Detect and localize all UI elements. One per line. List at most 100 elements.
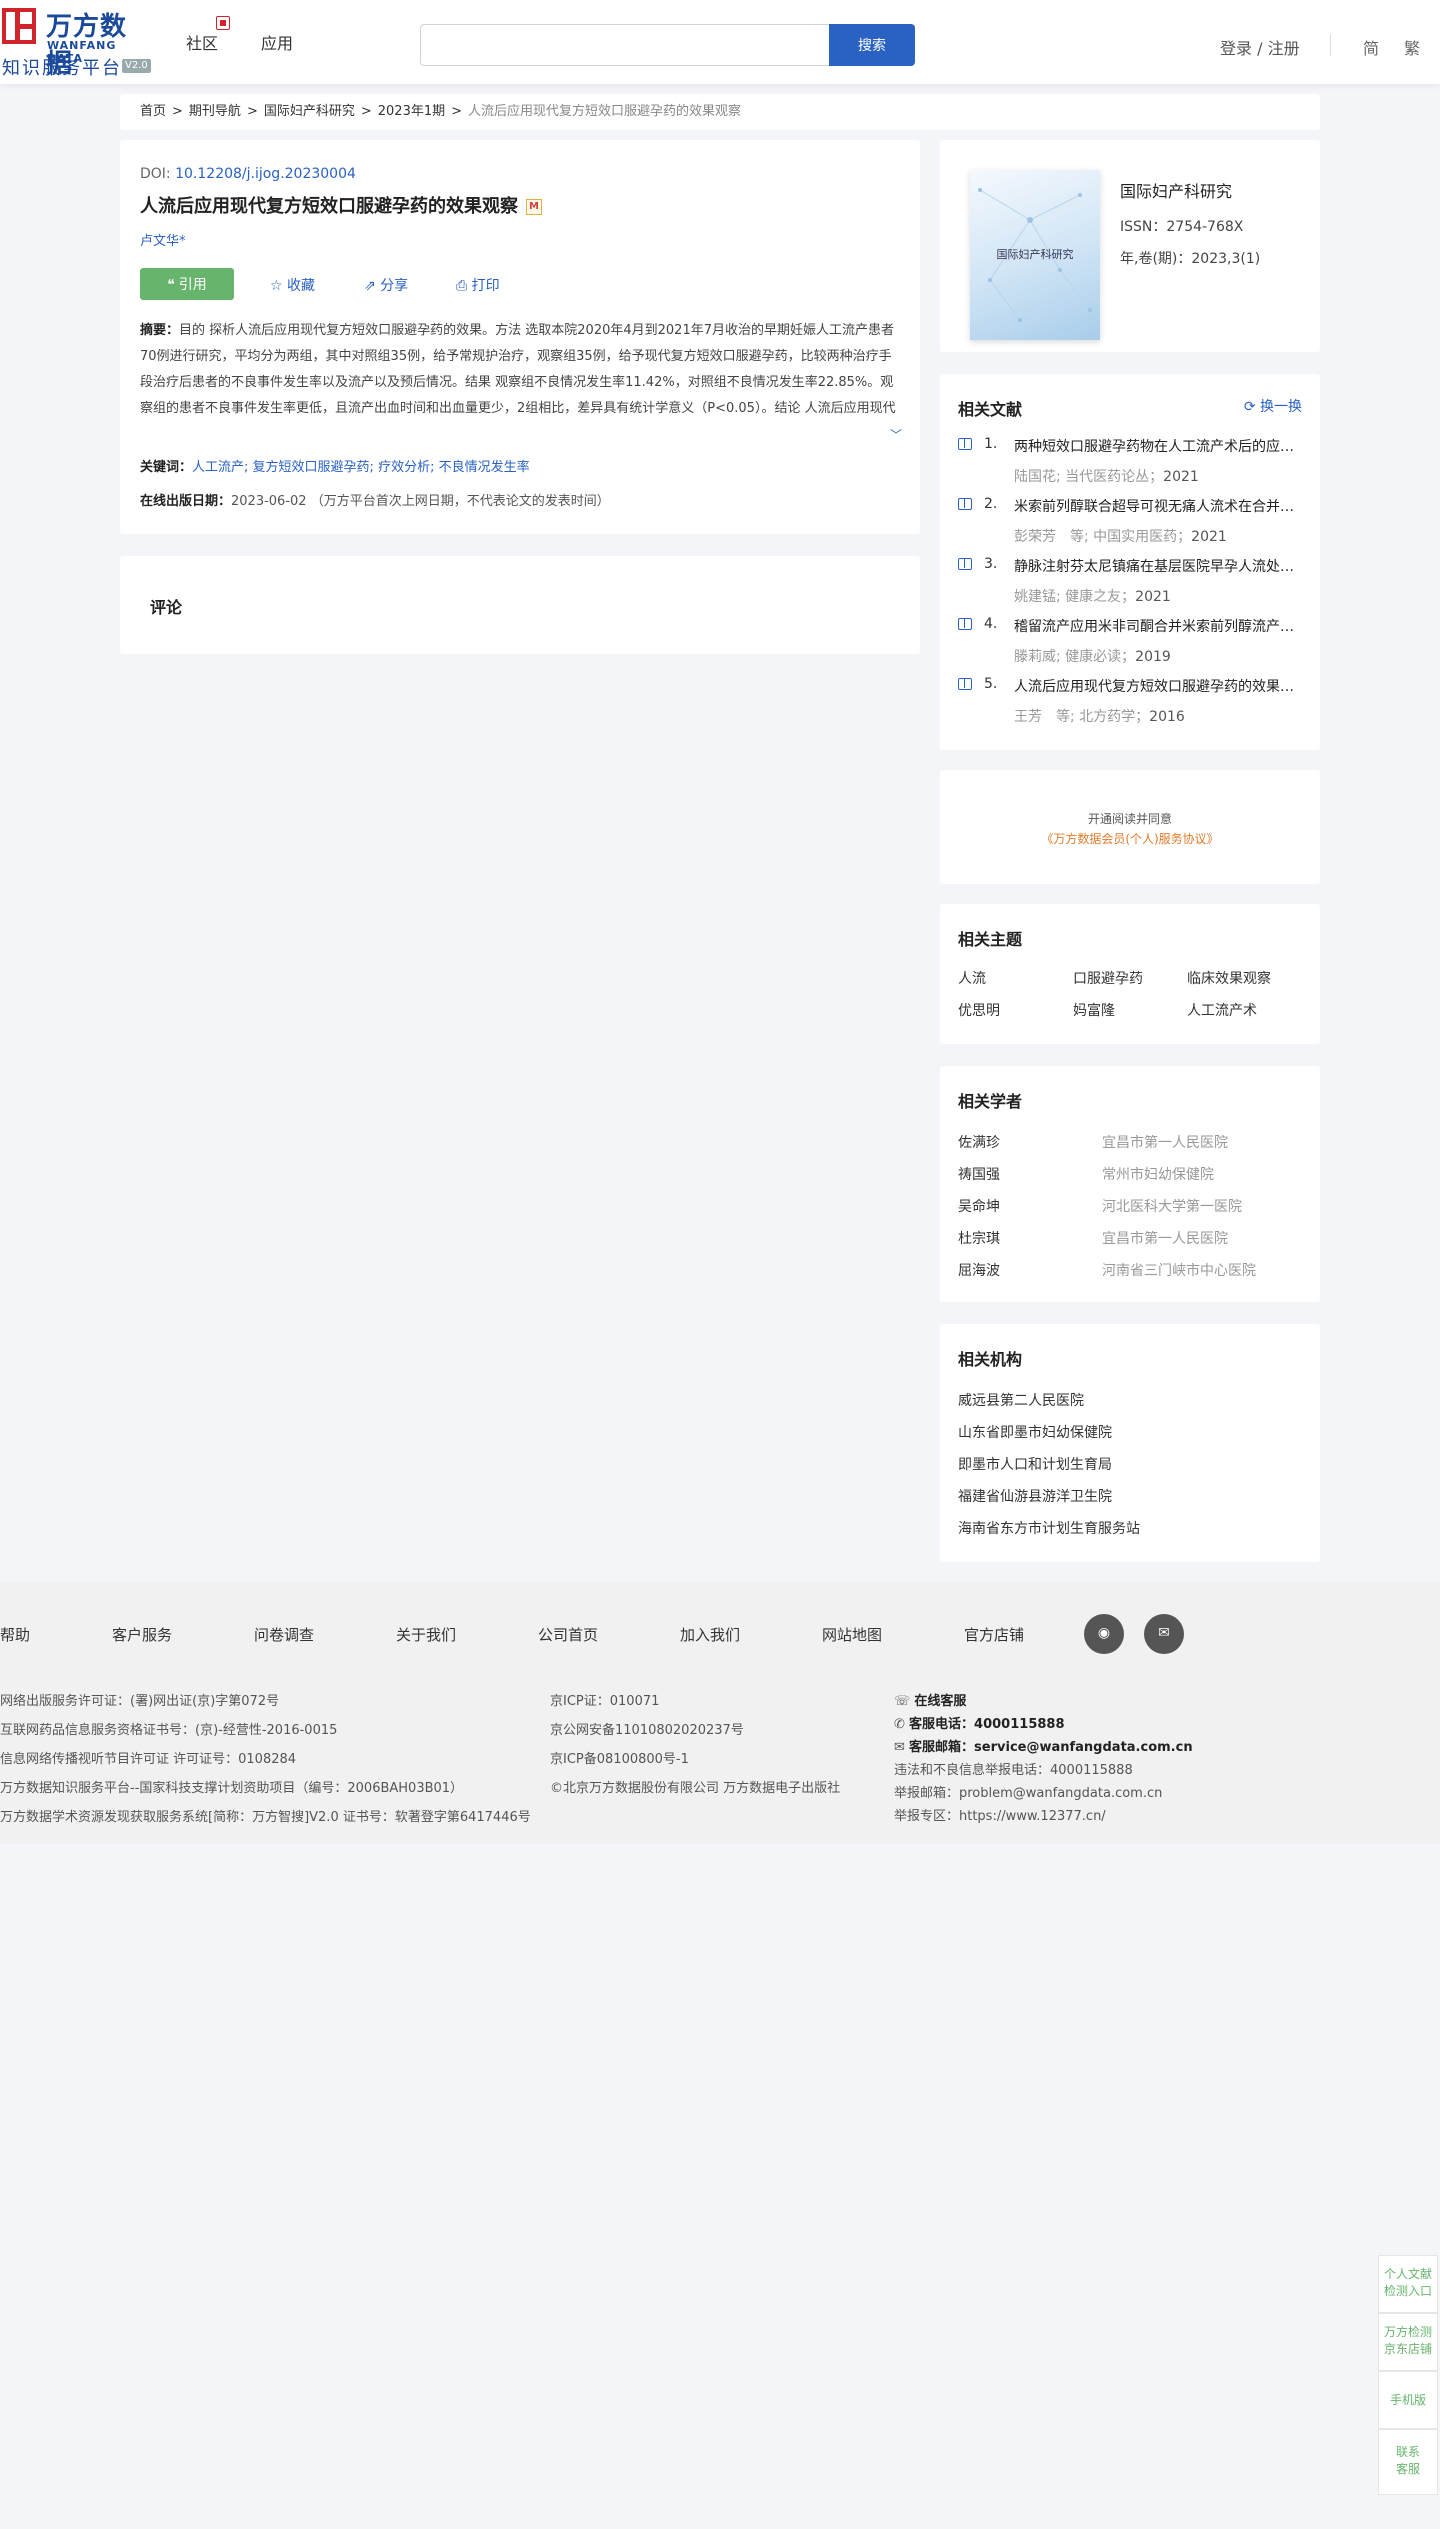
online-service[interactable]: ☏ 在线客服: [894, 1690, 966, 1709]
agreement-card: 开通阅读并同意 《万方数据会员(个人)服务协议》: [940, 770, 1320, 884]
scholar-name[interactable]: 杜宗琪: [958, 1228, 1000, 1248]
scholar-name[interactable]: 吴命坤: [958, 1196, 1000, 1216]
institution-link[interactable]: 即墨市人口和计划生育局: [958, 1454, 1112, 1474]
book-icon: [958, 438, 972, 450]
footer: 帮助 客户服务 问卷调查 关于我们 公司首页 加入我们 网站地图 官方店铺 ◉ …: [0, 1582, 1440, 1844]
topic-link[interactable]: 口服避孕药: [1073, 968, 1143, 988]
doc-num: 1.: [984, 436, 998, 452]
journal-cover[interactable]: 国际妇产科研究: [970, 170, 1100, 340]
favorite-label: 收藏: [287, 278, 316, 294]
footer-link-about[interactable]: 关于我们: [396, 1624, 456, 1645]
topic-link[interactable]: 人流: [958, 968, 986, 988]
keyword-link[interactable]: 复方短效口服避孕药;: [253, 460, 374, 475]
doc-title[interactable]: 两种短效口服避孕药物在人工流产术后的应用效果观察: [1014, 436, 1304, 456]
scholar-name[interactable]: 屈海波: [958, 1260, 1000, 1280]
share-button[interactable]: ⇗ 分享: [364, 275, 408, 295]
doc-year: 2019: [1135, 649, 1171, 665]
topic-link[interactable]: 优思明: [958, 1000, 1000, 1020]
quote-icon: ❝: [167, 276, 179, 292]
site-header: 万方数据 WANFANG DATA 知识服务平台 V2.0 社区 应用 搜索 登…: [0, 0, 1440, 84]
pubdate-label: 在线出版日期：: [140, 494, 232, 509]
institution-link[interactable]: 威远县第二人民医院: [958, 1390, 1084, 1410]
breadcrumb-issue[interactable]: 2023年1期: [378, 104, 445, 119]
wechat-icon[interactable]: ✉: [1144, 1614, 1184, 1654]
breadcrumb-home[interactable]: 首页: [140, 104, 166, 119]
doc-title[interactable]: 稽留流产应用米非司酮合并米索前列醇流产的临床效果: [1014, 616, 1304, 636]
login-register-link[interactable]: 登录 / 注册: [1220, 35, 1300, 59]
headset-icon: ☏: [894, 1694, 915, 1709]
agreement-link[interactable]: 《万方数据会员(个人)服务协议》: [940, 830, 1320, 847]
footer-link-survey[interactable]: 问卷调查: [254, 1624, 314, 1645]
lang-simplified[interactable]: 简: [1363, 35, 1379, 59]
phone-label: 客服电话：: [909, 1717, 975, 1732]
footer-link-company[interactable]: 公司首页: [538, 1624, 598, 1645]
breadcrumb-sep: >: [451, 104, 463, 119]
pubdate-note: （万方平台首次上网日期，不代表论文的发表时间）: [310, 494, 610, 509]
article-card: DOI: 10.12208/j.ijog.20230004 人流后应用现代复方短…: [120, 140, 920, 534]
wanfang-logo[interactable]: 万方数据 WANFANG DATA 知识服务平台 V2.0: [2, 6, 152, 79]
favorite-button[interactable]: ☆ 收藏: [270, 275, 315, 295]
footer-link-join[interactable]: 加入我们: [680, 1624, 740, 1645]
side-doc-check[interactable]: 个人文献检测入口: [1378, 2255, 1438, 2313]
doc-title[interactable]: 米索前列醇联合超导可视无痛人流术在合并瘢痕子宫早孕中的应用: [1014, 496, 1304, 516]
author-link[interactable]: 卢文华*: [140, 230, 186, 249]
report-zone[interactable]: 举报专区：https://www.12377.cn/: [894, 1805, 1106, 1824]
breadcrumb: 首页 > 期刊导航 > 国际妇产科研究 >2023年1期 > 人流后应用现代复方短效口服避孕药…: [120, 94, 1320, 130]
expand-chevron-icon[interactable]: ﹀: [890, 426, 902, 443]
footer-link-store[interactable]: 官方店铺: [964, 1624, 1024, 1645]
publish-date: 在线出版日期：2023-06-02 （万方平台首次上网日期，不代表论文的发表时间…: [140, 490, 610, 509]
institution-link[interactable]: 福建省仙游县游洋卫生院: [958, 1486, 1112, 1506]
abstract: 摘要：目的 探析人流后应用现代复方短效口服避孕药的效果。方法 选取本院2020年…: [140, 318, 900, 422]
doc-source: 彭荣芳 等; 中国实用医药；: [1014, 529, 1192, 545]
nav-community[interactable]: 社区: [186, 30, 218, 54]
scholar-name[interactable]: 佐满珍: [958, 1132, 1000, 1152]
search-button[interactable]: 搜索: [829, 24, 915, 66]
keyword-link[interactable]: 疗效分析;: [378, 460, 434, 475]
phone-icon: ✆: [894, 1717, 910, 1732]
doc-meta: 王芳 等; 北方药学；2016: [1014, 706, 1185, 726]
keyword-link[interactable]: 人工流产;: [192, 460, 248, 475]
cite-button[interactable]: ❝ 引用: [140, 268, 234, 300]
footer-link-sitemap[interactable]: 网站地图: [822, 1624, 882, 1645]
phone-value: 4000115888: [974, 1717, 1065, 1732]
doc-title[interactable]: 静脉注射芬太尼镇痛在基层医院早孕人流处理中的应用: [1014, 556, 1304, 576]
footer-link-help[interactable]: 帮助: [0, 1624, 30, 1645]
agreement-text: 开通阅读并同意: [1087, 812, 1172, 826]
nav-apps[interactable]: 应用: [261, 30, 293, 54]
scholar-org: 常州市妇幼保健院: [1102, 1167, 1214, 1183]
topic-link[interactable]: 妈富隆: [1073, 1000, 1115, 1020]
footer-license: 互联网药品信息服务资格证书号：(京)-经营性-2016-0015: [0, 1723, 338, 1738]
footer-copyright: ©北京万方数据股份有限公司 万方数据电子出版社: [550, 1781, 841, 1796]
doc-year: 2021: [1163, 469, 1199, 485]
side-jd-store[interactable]: 万方检测京东店铺: [1378, 2313, 1438, 2371]
doc-title[interactable]: 人流后应用现代复方短效口服避孕药的效果观察: [1014, 676, 1304, 696]
book-icon: [958, 498, 972, 510]
institution-link[interactable]: 山东省即墨市妇幼保健院: [958, 1422, 1112, 1442]
m-badge-icon: M: [526, 199, 542, 215]
search-input[interactable]: [420, 24, 830, 66]
topic-link[interactable]: 人工流产术: [1187, 1000, 1257, 1020]
swap-label: 换一换: [1260, 399, 1302, 415]
scholar-name[interactable]: 祷国强: [958, 1164, 1000, 1184]
star-icon: ☆: [270, 278, 288, 294]
new-badge-icon: [216, 16, 230, 30]
side-mobile[interactable]: 手机版: [1378, 2371, 1438, 2429]
report-phone: 违法和不良信息举报电话：4000115888: [894, 1763, 1133, 1778]
keywords: 关键词：人工流产; 复方短效口服避孕药; 疗效分析; 不良情况发生率: [140, 456, 530, 475]
service-phone: ✆ 客服电话：4000115888: [894, 1713, 1065, 1732]
doc-num: 5.: [984, 676, 998, 692]
lang-traditional[interactable]: 繁: [1404, 35, 1420, 59]
keyword-link[interactable]: 不良情况发生率: [439, 460, 530, 475]
journal-name[interactable]: 国际妇产科研究: [1120, 178, 1232, 202]
online-service-label: 在线客服: [914, 1694, 967, 1709]
weibo-icon[interactable]: ◉: [1084, 1614, 1124, 1654]
side-contact[interactable]: 联系客服: [1378, 2429, 1438, 2495]
breadcrumb-journal[interactable]: 国际妇产科研究: [264, 104, 355, 119]
institution-link[interactable]: 海南省东方市计划生育服务站: [958, 1518, 1140, 1538]
topic-link[interactable]: 临床效果观察: [1187, 968, 1271, 988]
print-button[interactable]: ⎙ 打印: [456, 275, 500, 295]
breadcrumb-journals[interactable]: 期刊导航: [189, 104, 241, 119]
swap-button[interactable]: ⟳ 换一换: [1244, 396, 1302, 416]
doi-link[interactable]: 10.12208/j.ijog.20230004: [175, 166, 356, 182]
footer-link-service[interactable]: 客户服务: [112, 1624, 172, 1645]
